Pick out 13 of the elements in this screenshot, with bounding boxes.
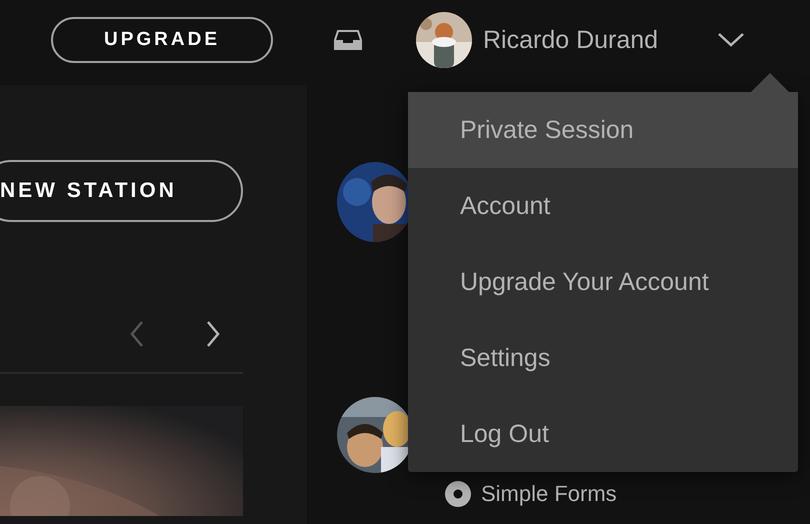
menu-item[interactable]: Upgrade Your Account bbox=[408, 244, 798, 320]
chevron-down-icon[interactable] bbox=[717, 32, 746, 48]
inbox-icon[interactable] bbox=[334, 30, 362, 50]
menu-pointer bbox=[750, 73, 790, 93]
station-name: Simple Forms bbox=[481, 481, 617, 507]
upgrade-button[interactable]: UPGRADE bbox=[51, 17, 273, 63]
user-name[interactable]: Ricardo Durand bbox=[483, 26, 658, 54]
next-icon[interactable] bbox=[205, 320, 221, 348]
menu-item[interactable]: Log Out bbox=[408, 396, 798, 472]
radio-icon bbox=[445, 481, 471, 507]
new-station-button[interactable]: NEW STATION bbox=[0, 160, 243, 222]
menu-item[interactable]: Account bbox=[408, 168, 798, 244]
menu-item[interactable]: Settings bbox=[408, 320, 798, 396]
